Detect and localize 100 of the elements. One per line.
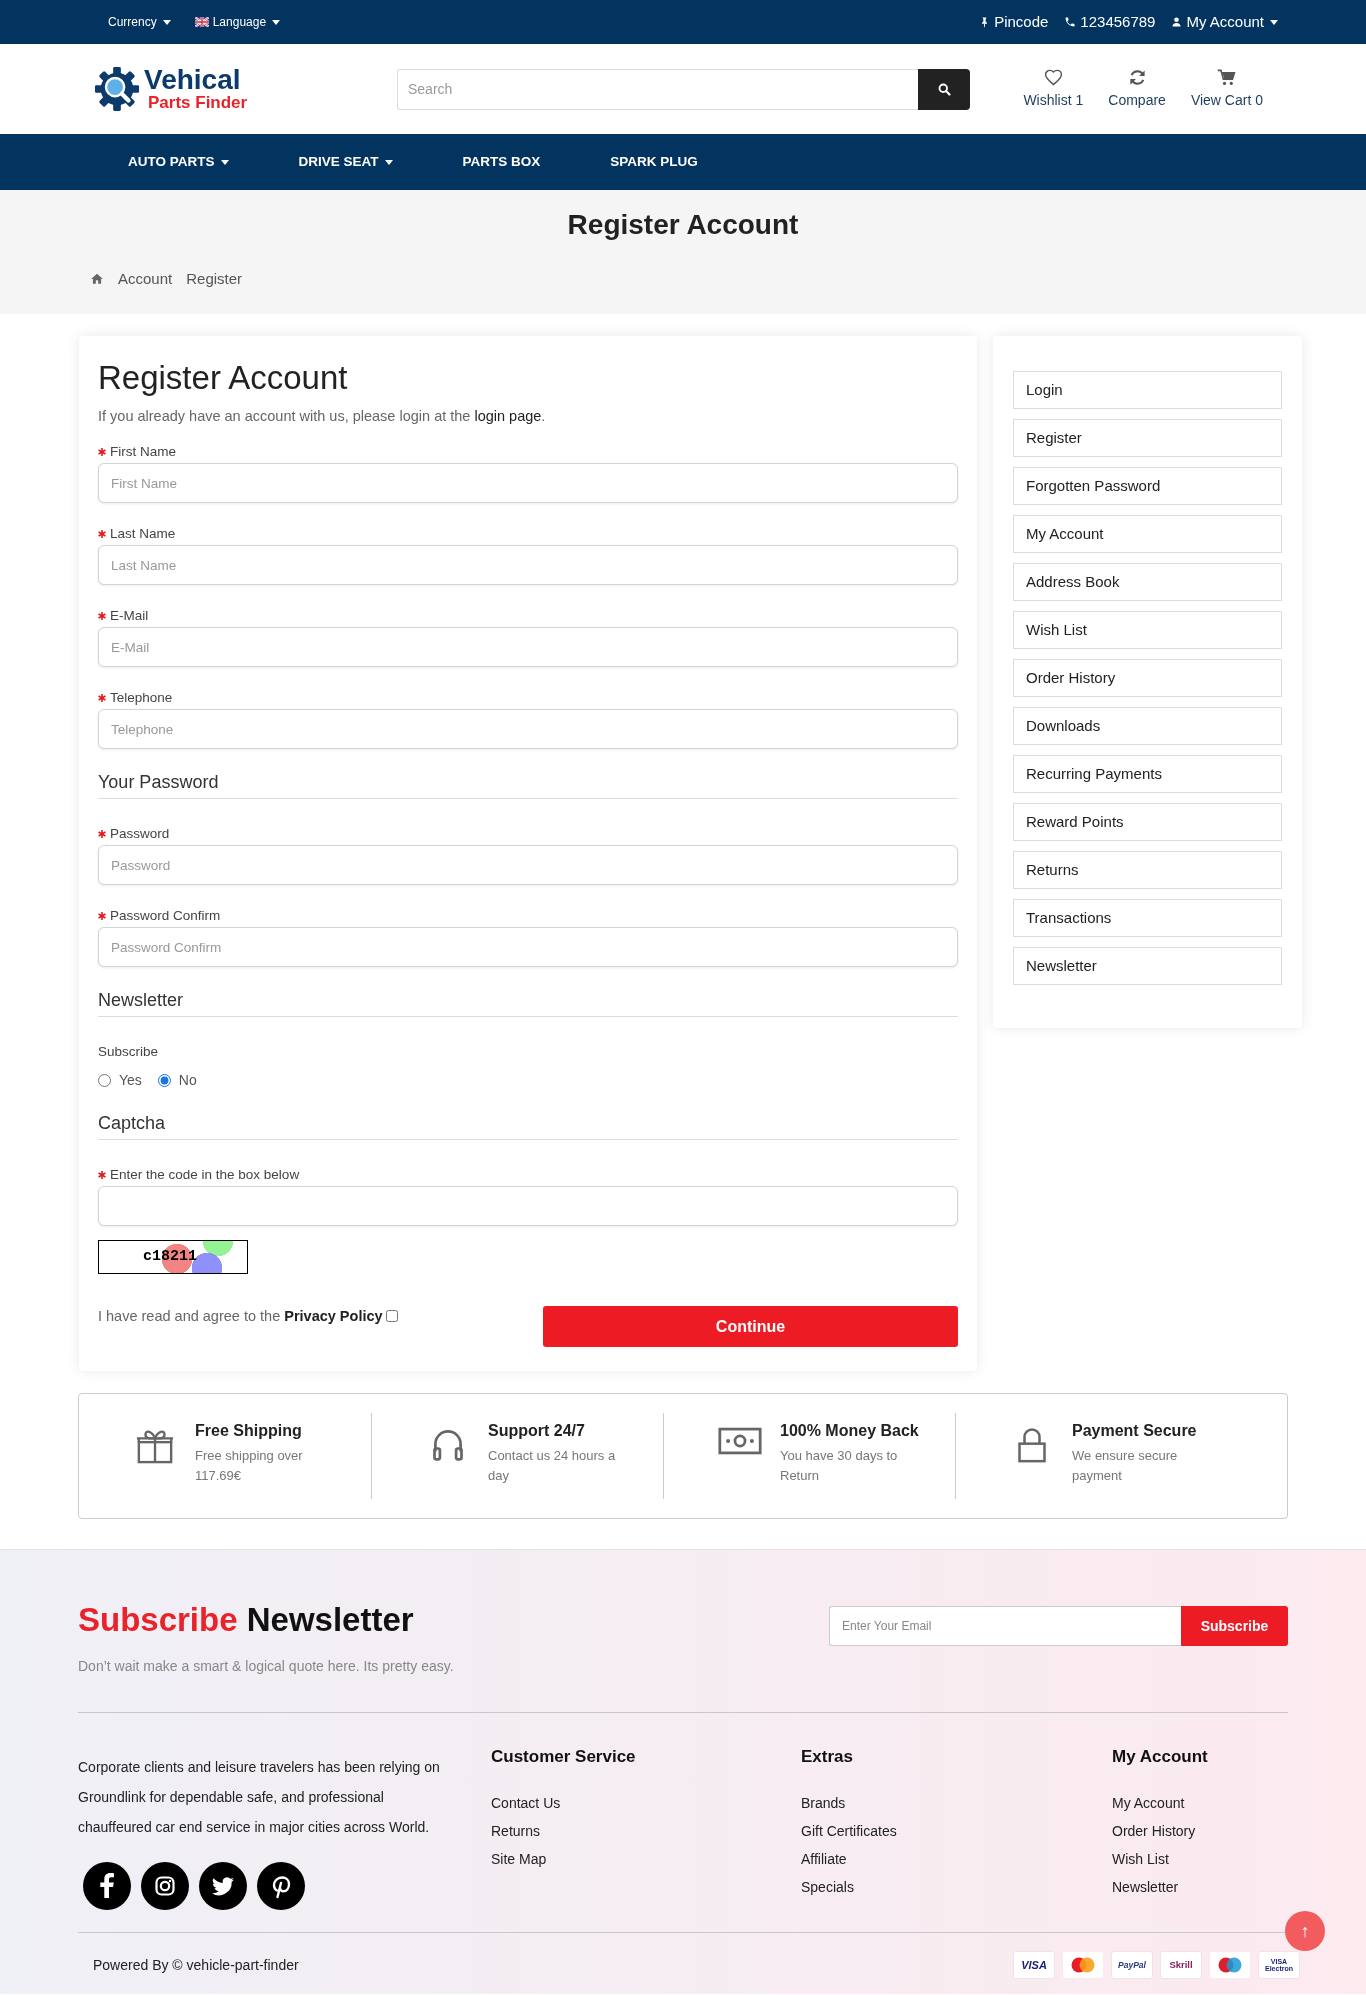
input-field[interactable]: Password Confirm (98, 927, 958, 967)
payment-logo: PayPal (1112, 1952, 1152, 1978)
sidebar-link[interactable]: Wish List (1013, 611, 1282, 649)
footer-link[interactable]: Order History (1112, 1817, 1288, 1845)
field-label: Last Name (110, 524, 176, 543)
feature-title: 100% Money Back (780, 1421, 919, 1441)
radio-label[interactable]: No (178, 1069, 197, 1091)
cart-icon (1217, 67, 1237, 87)
field-label: First Name (110, 442, 176, 461)
footer-link[interactable]: Specials (801, 1873, 1112, 1901)
sidebar-link[interactable]: Address Book (1013, 563, 1282, 601)
field-label: Password Confirm (110, 906, 221, 925)
pincode-link[interactable]: Pincode (979, 10, 1049, 34)
phone-link[interactable]: 123456789 (1064, 10, 1156, 34)
search-button[interactable] (918, 68, 970, 110)
agree-text: I have read and agree to the Privacy Policy (98, 1307, 383, 1326)
sidebar-link[interactable]: Newsletter (1013, 947, 1282, 985)
footer-link[interactable]: Site Map (491, 1845, 801, 1873)
nav-menu-item[interactable]: PARTS BOX (462, 151, 541, 173)
sidebar-link[interactable]: Register (1013, 419, 1282, 457)
footer-link[interactable]: Brands (801, 1789, 1112, 1817)
payment-logo: Skrill (1161, 1952, 1201, 1978)
padlock-icon (1017, 1426, 1047, 1463)
breadcrumb-link[interactable]: Register (186, 269, 243, 289)
sidebar-link[interactable]: Order History (1013, 659, 1282, 697)
instagram-icon[interactable] (141, 1862, 189, 1910)
refresh-icon (1127, 67, 1147, 87)
sidebar-link[interactable]: Transactions (1013, 899, 1282, 937)
feature-text: Free shipping over 117.69€ (195, 1447, 304, 1485)
phone-icon (1064, 16, 1077, 28)
footer-link[interactable]: Newsletter (1112, 1873, 1288, 1901)
logo-title: Vehical (144, 66, 242, 94)
field-label: Telephone (110, 688, 173, 707)
sidebar-link[interactable]: Forgotten Password (1013, 467, 1282, 505)
section-heading: Newsletter (98, 988, 958, 1017)
breadcrumb-link[interactable]: Account (118, 269, 173, 289)
banknote-icon (718, 1426, 762, 1456)
heart-icon (1043, 67, 1063, 87)
sidebar-link[interactable]: Recurring Payments (1013, 755, 1282, 793)
field-label: Enter the code in the box below (110, 1165, 300, 1184)
sidebar-link[interactable]: Reward Points (1013, 803, 1282, 841)
feature-text: Contact us 24 hours a day (488, 1447, 617, 1485)
caret-icon (1270, 19, 1278, 25)
footer-link[interactable]: Affiliate (801, 1845, 1112, 1873)
footer-link[interactable]: My Account (1112, 1789, 1288, 1817)
cart-link[interactable]: View Cart 0 (1190, 67, 1263, 111)
sidebar-link[interactable]: Downloads (1013, 707, 1282, 745)
section-heading: Your Password (98, 770, 958, 799)
input-field[interactable]: E-Mail (98, 627, 958, 667)
input-field[interactable]: Password (98, 845, 958, 885)
sidebar-link[interactable]: Login (1013, 371, 1282, 409)
twitter-icon[interactable] (199, 1862, 247, 1910)
footer-link[interactable]: Wish List (1112, 1845, 1288, 1873)
footer-heading: Customer Service (491, 1746, 637, 1768)
copyright-text: Powered By © vehicle-part-finder (93, 1955, 299, 1975)
nav-menu-item[interactable]: SPARK PLUG (610, 151, 698, 173)
newsletter-heading: Subscribe Newsletter (78, 1600, 415, 1640)
currency-dropdown[interactable]: Currency (108, 13, 171, 31)
home-icon[interactable] (90, 272, 104, 286)
login-link[interactable]: login page (474, 408, 542, 424)
continue-button[interactable]: Continue (543, 1306, 958, 1347)
overlapping-circles-icon (1063, 1952, 1103, 1978)
feature-text: You have 30 days to Return (780, 1447, 899, 1485)
footer-heading: Extras (801, 1746, 854, 1768)
captcha-field[interactable] (98, 1186, 958, 1226)
account-dropdown[interactable]: My Account (1171, 10, 1278, 34)
field-label: Subscribe (98, 1042, 159, 1061)
wishlist-link[interactable]: Wishlist 1 (1023, 67, 1084, 111)
footer-link[interactable]: Returns (491, 1817, 801, 1845)
input-field[interactable]: First Name (98, 463, 958, 503)
intro-text: If you already have an account with us, please login at the login page. (98, 407, 547, 426)
field-label: E-Mail (110, 606, 149, 625)
compare-link[interactable]: Compare (1108, 67, 1166, 111)
nav-menu-item[interactable]: AUTO PARTS (128, 151, 229, 173)
footer-heading: My Account (1112, 1746, 1209, 1768)
input-field[interactable]: Telephone (98, 709, 958, 749)
radio-label[interactable]: Yes (119, 1069, 142, 1091)
agree-checkbox[interactable] (385, 1310, 398, 1322)
field-label: Password (110, 824, 170, 843)
footer-link[interactable]: Gift Certificates (801, 1817, 1112, 1845)
facebook-icon[interactable] (83, 1862, 131, 1910)
section-heading: Captcha (98, 1111, 958, 1140)
feature-title: Payment Secure (1072, 1421, 1198, 1441)
footer-link[interactable]: Contact Us (491, 1789, 801, 1817)
nav-menu-item[interactable]: DRIVE SEAT (298, 151, 393, 173)
language-dropdown[interactable]: Language (194, 13, 281, 31)
feature-text: We ensure secure payment (1072, 1447, 1179, 1485)
subscribe-button[interactable]: Subscribe (1181, 1606, 1288, 1646)
email-field[interactable]: Enter Your Email (829, 1606, 1181, 1646)
captcha-code: c18211 (143, 1248, 197, 1266)
input-field[interactable]: Last Name (98, 545, 958, 585)
logo-subtitle: Parts Finder (147, 94, 248, 112)
search-field[interactable]: Search (397, 68, 918, 110)
sidebar-link[interactable]: My Account (1013, 515, 1282, 553)
radio-button[interactable] (98, 1073, 111, 1087)
gear-icon (94, 66, 140, 112)
user-icon (1171, 16, 1183, 28)
radio-button[interactable] (157, 1073, 171, 1087)
pinterest-icon[interactable] (257, 1862, 305, 1910)
sidebar-link[interactable]: Returns (1013, 851, 1282, 889)
